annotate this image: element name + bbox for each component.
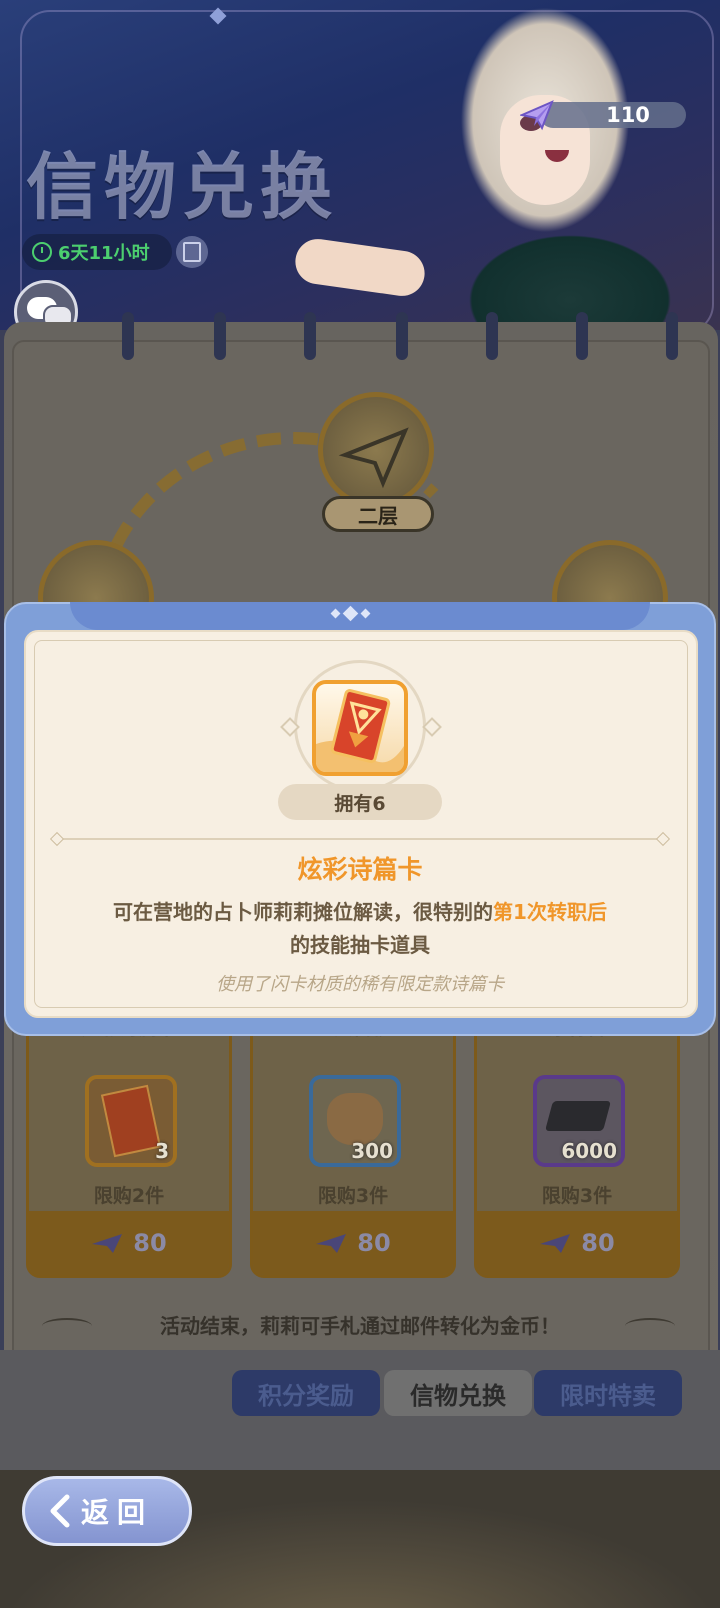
binder-ring <box>576 312 588 360</box>
owned-count-badge: 拥有6 <box>278 784 442 820</box>
binder-ring <box>214 312 226 360</box>
description-text: 可在营地的占卜师莉莉摊位解读，很特别的 <box>113 900 494 924</box>
binder-ring <box>666 312 678 360</box>
timer-text: 6天11小时 <box>58 243 150 264</box>
tab-token-exchange[interactable]: 信物兑换 <box>384 1370 532 1416</box>
description-highlight: 第1次转职后 <box>493 900 607 924</box>
paper-plane-currency-icon <box>520 100 554 131</box>
shop-item-price: 80 <box>133 1229 167 1257</box>
currency-counter: 110 <box>540 102 686 128</box>
shop-item-card[interactable]: 炫彩诗篇卡 3 限购2件 80 <box>26 1014 232 1278</box>
shop-item-card[interactable]: 宝贝兽粮 300 限购3件 80 <box>250 1014 456 1278</box>
shop-item-quantity: 300 <box>351 1139 393 1163</box>
shop-item-limit: 限购3件 <box>317 1185 389 1207</box>
shop-item-quantity: 3 <box>155 1139 169 1163</box>
event-timer: 6天11小时 <box>22 234 172 270</box>
map-node-label: 二层 <box>322 496 434 532</box>
event-end-note: 活动结束，莉莉可手札通过邮件转化为金币！ <box>160 1314 560 1338</box>
poem-card-item-icon <box>312 680 408 776</box>
popup-ornament <box>330 605 371 622</box>
paper-plane-currency-icon <box>92 1234 123 1253</box>
tab-limited-sale[interactable]: 限时特卖 <box>534 1370 682 1416</box>
back-button[interactable]: 返回 <box>22 1476 192 1546</box>
poem-card-icon <box>316 689 404 772</box>
currency-value: 110 <box>606 103 650 127</box>
binder-ring <box>486 312 498 360</box>
popup-divider <box>56 838 664 840</box>
shop-item-price-button[interactable]: 80 <box>253 1211 453 1275</box>
shop-item-icon: 3 <box>85 1075 177 1167</box>
tab-points-reward[interactable]: 积分奖励 <box>232 1370 380 1416</box>
rules-book-icon[interactable] <box>176 236 208 268</box>
item-description: 可在营地的占卜师莉莉摊位解读，很特别的第1次转职后的技能抽卡道具 <box>40 896 680 962</box>
shop-item-quantity: 6000 <box>561 1139 617 1163</box>
shop-item-limit: 限购2件 <box>93 1185 165 1207</box>
paper-plane-icon <box>338 427 409 489</box>
paper-plane-currency-icon <box>540 1234 571 1253</box>
banner-ornament <box>209 7 227 25</box>
shop-item-icon: 6000 <box>533 1075 625 1167</box>
back-arrow-icon <box>50 1494 70 1528</box>
shop-item-limit: 限购3件 <box>541 1185 613 1207</box>
shop-item-price-button[interactable]: 80 <box>29 1211 229 1275</box>
shop-item-icon: 300 <box>309 1075 401 1167</box>
poem-card-icon <box>100 1084 162 1158</box>
item-name: 炫彩诗篇卡 <box>297 855 423 884</box>
shop-item-price-button[interactable]: 80 <box>477 1211 677 1275</box>
clock-icon <box>32 242 52 262</box>
page-title: 信物兑换 <box>26 145 339 229</box>
binder-ring <box>122 312 134 360</box>
description-text-end: 的技能抽卡道具 <box>290 933 430 957</box>
back-button-label: 返回 <box>81 1496 154 1529</box>
binder-ring <box>396 312 408 360</box>
food-sack-icon <box>327 1093 383 1145</box>
shop-item-card[interactable]: 原材料 6000 限购3件 80 <box>474 1014 680 1278</box>
ingot-icon <box>544 1101 612 1131</box>
paper-plane-currency-icon <box>316 1234 347 1253</box>
shop-item-price: 80 <box>357 1229 391 1257</box>
item-flavor-text: 使用了闪卡材质的稀有限定款诗篇卡 <box>216 974 504 995</box>
binder-ring <box>304 312 316 360</box>
map-node-floor-2[interactable] <box>318 392 434 508</box>
shop-item-price: 80 <box>581 1229 615 1257</box>
